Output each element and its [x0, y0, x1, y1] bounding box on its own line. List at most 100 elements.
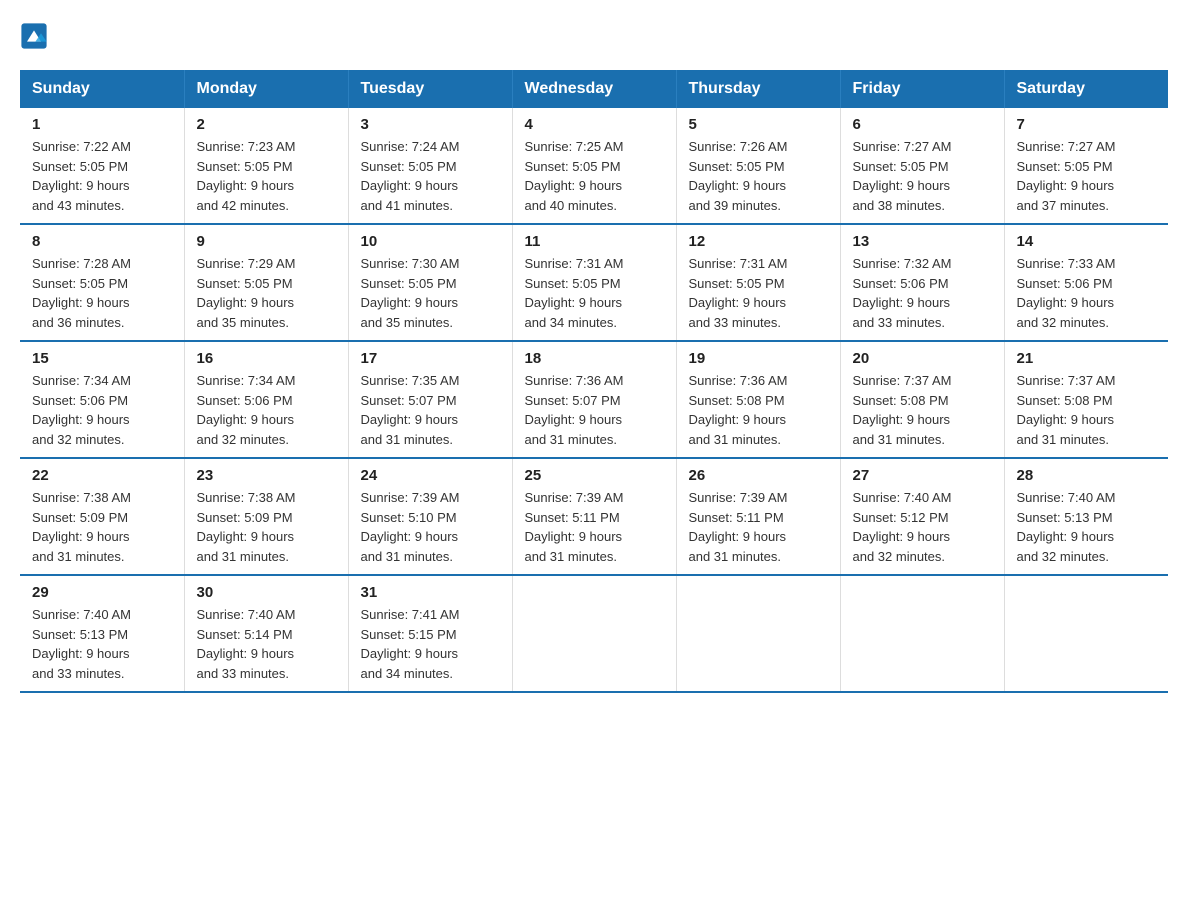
day-number: 4	[525, 116, 664, 133]
day-info: Sunrise: 7:34 AM Sunset: 5:06 PM Dayligh…	[197, 371, 336, 449]
day-info: Sunrise: 7:37 AM Sunset: 5:08 PM Dayligh…	[1017, 371, 1157, 449]
day-info: Sunrise: 7:35 AM Sunset: 5:07 PM Dayligh…	[361, 371, 500, 449]
day-number: 1	[32, 116, 172, 133]
calendar-cell: 21 Sunrise: 7:37 AM Sunset: 5:08 PM Dayl…	[1004, 341, 1168, 458]
header-tuesday: Tuesday	[348, 70, 512, 108]
calendar-cell: 11 Sunrise: 7:31 AM Sunset: 5:05 PM Dayl…	[512, 224, 676, 341]
day-number: 2	[197, 116, 336, 133]
calendar-cell: 26 Sunrise: 7:39 AM Sunset: 5:11 PM Dayl…	[676, 458, 840, 575]
calendar-cell: 10 Sunrise: 7:30 AM Sunset: 5:05 PM Dayl…	[348, 224, 512, 341]
calendar-cell: 1 Sunrise: 7:22 AM Sunset: 5:05 PM Dayli…	[20, 108, 184, 224]
calendar-header-row: SundayMondayTuesdayWednesdayThursdayFrid…	[20, 70, 1168, 108]
calendar-cell: 19 Sunrise: 7:36 AM Sunset: 5:08 PM Dayl…	[676, 341, 840, 458]
day-number: 8	[32, 233, 172, 250]
day-number: 9	[197, 233, 336, 250]
day-number: 14	[1017, 233, 1157, 250]
day-info: Sunrise: 7:36 AM Sunset: 5:08 PM Dayligh…	[689, 371, 828, 449]
day-number: 22	[32, 467, 172, 484]
day-number: 24	[361, 467, 500, 484]
calendar-cell	[1004, 575, 1168, 692]
calendar-cell: 27 Sunrise: 7:40 AM Sunset: 5:12 PM Dayl…	[840, 458, 1004, 575]
calendar-cell: 24 Sunrise: 7:39 AM Sunset: 5:10 PM Dayl…	[348, 458, 512, 575]
day-info: Sunrise: 7:39 AM Sunset: 5:11 PM Dayligh…	[525, 488, 664, 566]
day-info: Sunrise: 7:32 AM Sunset: 5:06 PM Dayligh…	[853, 254, 992, 332]
calendar-cell: 7 Sunrise: 7:27 AM Sunset: 5:05 PM Dayli…	[1004, 108, 1168, 224]
day-number: 28	[1017, 467, 1157, 484]
day-number: 31	[361, 584, 500, 601]
header-thursday: Thursday	[676, 70, 840, 108]
calendar-cell: 22 Sunrise: 7:38 AM Sunset: 5:09 PM Dayl…	[20, 458, 184, 575]
day-number: 30	[197, 584, 336, 601]
week-row-2: 8 Sunrise: 7:28 AM Sunset: 5:05 PM Dayli…	[20, 224, 1168, 341]
day-info: Sunrise: 7:26 AM Sunset: 5:05 PM Dayligh…	[689, 137, 828, 215]
calendar-cell: 13 Sunrise: 7:32 AM Sunset: 5:06 PM Dayl…	[840, 224, 1004, 341]
calendar-cell: 9 Sunrise: 7:29 AM Sunset: 5:05 PM Dayli…	[184, 224, 348, 341]
calendar-cell: 31 Sunrise: 7:41 AM Sunset: 5:15 PM Dayl…	[348, 575, 512, 692]
day-info: Sunrise: 7:41 AM Sunset: 5:15 PM Dayligh…	[361, 605, 500, 683]
day-info: Sunrise: 7:31 AM Sunset: 5:05 PM Dayligh…	[525, 254, 664, 332]
day-number: 13	[853, 233, 992, 250]
calendar-cell: 15 Sunrise: 7:34 AM Sunset: 5:06 PM Dayl…	[20, 341, 184, 458]
calendar-cell: 29 Sunrise: 7:40 AM Sunset: 5:13 PM Dayl…	[20, 575, 184, 692]
header-friday: Friday	[840, 70, 1004, 108]
page-header	[20, 20, 1168, 50]
day-info: Sunrise: 7:34 AM Sunset: 5:06 PM Dayligh…	[32, 371, 172, 449]
day-info: Sunrise: 7:39 AM Sunset: 5:10 PM Dayligh…	[361, 488, 500, 566]
calendar-cell: 5 Sunrise: 7:26 AM Sunset: 5:05 PM Dayli…	[676, 108, 840, 224]
calendar-cell	[512, 575, 676, 692]
logo	[20, 20, 52, 50]
calendar-cell: 30 Sunrise: 7:40 AM Sunset: 5:14 PM Dayl…	[184, 575, 348, 692]
calendar-cell: 12 Sunrise: 7:31 AM Sunset: 5:05 PM Dayl…	[676, 224, 840, 341]
day-info: Sunrise: 7:29 AM Sunset: 5:05 PM Dayligh…	[197, 254, 336, 332]
day-info: Sunrise: 7:38 AM Sunset: 5:09 PM Dayligh…	[32, 488, 172, 566]
day-info: Sunrise: 7:40 AM Sunset: 5:13 PM Dayligh…	[32, 605, 172, 683]
calendar-cell: 18 Sunrise: 7:36 AM Sunset: 5:07 PM Dayl…	[512, 341, 676, 458]
day-number: 26	[689, 467, 828, 484]
header-wednesday: Wednesday	[512, 70, 676, 108]
day-number: 29	[32, 584, 172, 601]
day-info: Sunrise: 7:38 AM Sunset: 5:09 PM Dayligh…	[197, 488, 336, 566]
day-number: 11	[525, 233, 664, 250]
day-number: 17	[361, 350, 500, 367]
day-info: Sunrise: 7:30 AM Sunset: 5:05 PM Dayligh…	[361, 254, 500, 332]
week-row-3: 15 Sunrise: 7:34 AM Sunset: 5:06 PM Dayl…	[20, 341, 1168, 458]
calendar-cell: 2 Sunrise: 7:23 AM Sunset: 5:05 PM Dayli…	[184, 108, 348, 224]
day-info: Sunrise: 7:40 AM Sunset: 5:13 PM Dayligh…	[1017, 488, 1157, 566]
day-info: Sunrise: 7:39 AM Sunset: 5:11 PM Dayligh…	[689, 488, 828, 566]
day-info: Sunrise: 7:23 AM Sunset: 5:05 PM Dayligh…	[197, 137, 336, 215]
calendar-cell: 14 Sunrise: 7:33 AM Sunset: 5:06 PM Dayl…	[1004, 224, 1168, 341]
day-info: Sunrise: 7:27 AM Sunset: 5:05 PM Dayligh…	[853, 137, 992, 215]
day-info: Sunrise: 7:24 AM Sunset: 5:05 PM Dayligh…	[361, 137, 500, 215]
day-number: 23	[197, 467, 336, 484]
day-info: Sunrise: 7:22 AM Sunset: 5:05 PM Dayligh…	[32, 137, 172, 215]
day-number: 19	[689, 350, 828, 367]
calendar-cell: 25 Sunrise: 7:39 AM Sunset: 5:11 PM Dayl…	[512, 458, 676, 575]
day-number: 20	[853, 350, 992, 367]
logo-icon	[20, 22, 48, 50]
header-sunday: Sunday	[20, 70, 184, 108]
day-number: 15	[32, 350, 172, 367]
day-number: 25	[525, 467, 664, 484]
day-info: Sunrise: 7:40 AM Sunset: 5:12 PM Dayligh…	[853, 488, 992, 566]
calendar-cell: 4 Sunrise: 7:25 AM Sunset: 5:05 PM Dayli…	[512, 108, 676, 224]
day-info: Sunrise: 7:40 AM Sunset: 5:14 PM Dayligh…	[197, 605, 336, 683]
day-number: 18	[525, 350, 664, 367]
day-info: Sunrise: 7:31 AM Sunset: 5:05 PM Dayligh…	[689, 254, 828, 332]
day-number: 16	[197, 350, 336, 367]
day-info: Sunrise: 7:36 AM Sunset: 5:07 PM Dayligh…	[525, 371, 664, 449]
week-row-1: 1 Sunrise: 7:22 AM Sunset: 5:05 PM Dayli…	[20, 108, 1168, 224]
week-row-5: 29 Sunrise: 7:40 AM Sunset: 5:13 PM Dayl…	[20, 575, 1168, 692]
calendar-cell	[840, 575, 1004, 692]
calendar-cell: 6 Sunrise: 7:27 AM Sunset: 5:05 PM Dayli…	[840, 108, 1004, 224]
calendar-cell: 23 Sunrise: 7:38 AM Sunset: 5:09 PM Dayl…	[184, 458, 348, 575]
calendar-cell	[676, 575, 840, 692]
header-saturday: Saturday	[1004, 70, 1168, 108]
day-number: 21	[1017, 350, 1157, 367]
calendar-cell: 16 Sunrise: 7:34 AM Sunset: 5:06 PM Dayl…	[184, 341, 348, 458]
day-number: 12	[689, 233, 828, 250]
calendar-cell: 8 Sunrise: 7:28 AM Sunset: 5:05 PM Dayli…	[20, 224, 184, 341]
week-row-4: 22 Sunrise: 7:38 AM Sunset: 5:09 PM Dayl…	[20, 458, 1168, 575]
day-number: 3	[361, 116, 500, 133]
day-number: 10	[361, 233, 500, 250]
calendar-cell: 20 Sunrise: 7:37 AM Sunset: 5:08 PM Dayl…	[840, 341, 1004, 458]
